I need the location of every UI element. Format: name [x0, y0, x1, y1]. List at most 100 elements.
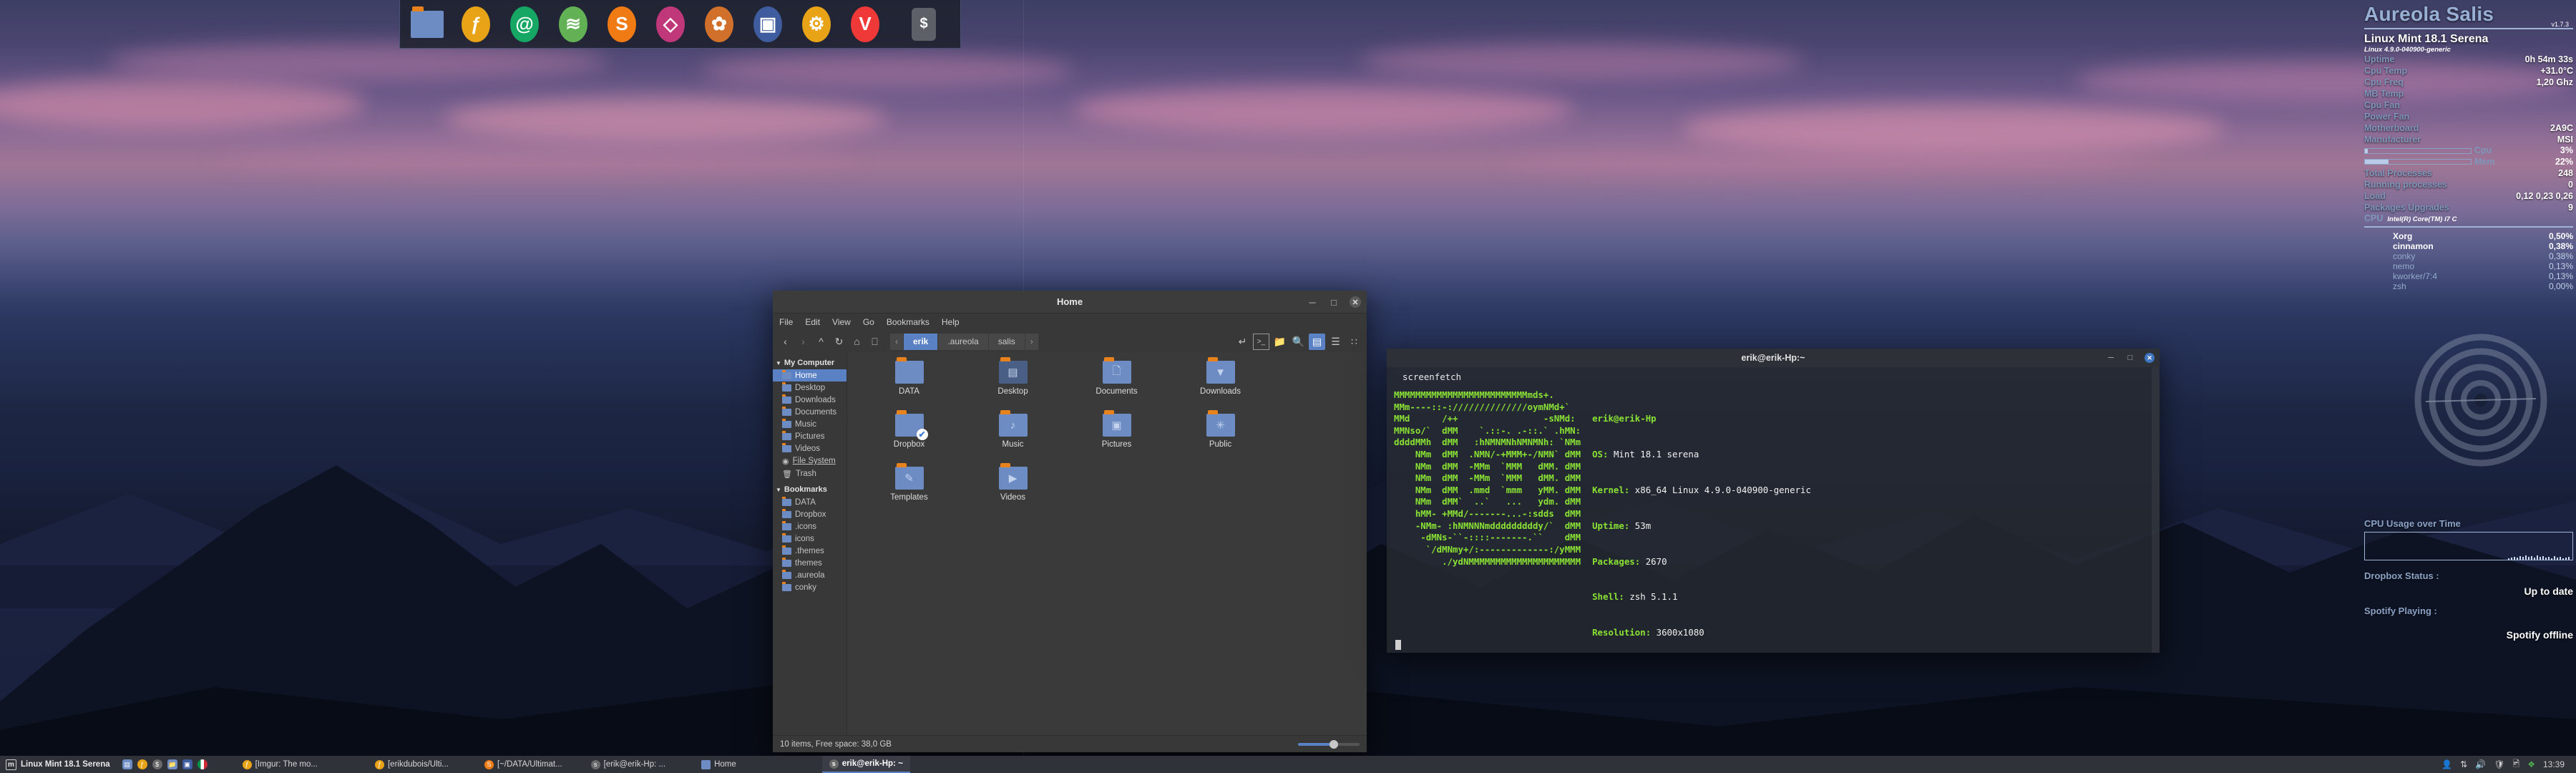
sidebar-item-file-system[interactable]: ◉ File System — [773, 454, 847, 467]
minimize-icon[interactable]: ─ — [1307, 296, 1318, 308]
list-view-icon[interactable]: ☰ — [1327, 334, 1344, 350]
breadcrumb-prev[interactable]: ‹ — [890, 334, 904, 350]
sidebar-item-icons[interactable]: icons — [773, 533, 847, 545]
sidebar-item-desktop[interactable]: Desktop — [773, 381, 847, 394]
reload-icon[interactable]: ↻ — [831, 334, 847, 350]
file-manager-titlebar[interactable]: Home ─ □ ✕ — [773, 291, 1367, 313]
dock-item-settings[interactable]: ⚙ — [794, 3, 839, 46]
network-icon[interactable]: ⇅ — [2460, 759, 2467, 769]
dock-item-gimp[interactable]: ✿ — [696, 3, 742, 46]
dock-item-files[interactable] — [404, 3, 450, 46]
image-icon[interactable]: ▣ — [182, 759, 192, 769]
sidebar-item-documents[interactable]: Documents — [773, 406, 847, 418]
close-icon[interactable]: ✕ — [2145, 353, 2155, 363]
file-item-documents[interactable]: 🗋 Documents — [1065, 361, 1169, 414]
compact-view-icon[interactable]: ∷ — [1346, 334, 1362, 350]
task-button[interactable]: ƒ [Imgur: The mo... — [235, 756, 325, 773]
dock-item-skype[interactable]: S — [599, 3, 645, 46]
back-icon[interactable]: ‹ — [777, 334, 794, 350]
sidebar-item-aureola[interactable]: .aureola — [773, 569, 847, 581]
zoom-slider[interactable] — [1298, 743, 1360, 746]
maximize-icon[interactable]: □ — [2125, 353, 2135, 363]
search-icon[interactable]: 🔍 — [1290, 334, 1307, 350]
home-icon[interactable]: ⌂ — [849, 334, 865, 350]
screenshot-icon[interactable]: 🖻 — [2513, 757, 2520, 772]
menu-file[interactable]: File — [779, 317, 793, 327]
breadcrumb-next[interactable]: › — [1025, 334, 1039, 350]
file-item-data[interactable]: DATA — [857, 361, 961, 414]
menu-view[interactable]: View — [832, 317, 851, 327]
file-grid[interactable]: DATA ▤ Desktop 🗋 Documents ▼ Downloads ✔ — [857, 361, 1367, 520]
open-terminal-icon[interactable]: ↵ — [1234, 334, 1251, 350]
computer-icon[interactable]: ⎕ — [867, 334, 883, 350]
folder-icon[interactable]: 📁 — [167, 759, 177, 769]
file-item-desktop[interactable]: ▤ Desktop — [961, 361, 1065, 414]
file-manager-sidebar[interactable]: ▼ My Computer Home Desktop Downloads Doc… — [773, 352, 847, 735]
sidebar-item-pictures[interactable]: Pictures — [773, 430, 847, 442]
toolbar-right-group[interactable]: ↵ >_ 📁 🔍 ▤ ☰ ∷ — [1234, 334, 1362, 350]
sidebar-item-home[interactable]: Home — [773, 369, 847, 381]
application-dock[interactable]: ƒ @ ≋ S ◇ ✿ ▣ ⚙ V — [399, 0, 961, 49]
dock-item-inkscape[interactable]: ◇ — [648, 3, 693, 46]
menu-go[interactable]: Go — [863, 317, 874, 327]
breadcrumb-aureola[interactable]: .aureola — [938, 334, 988, 350]
dock-item-terminal[interactable]: $ — [901, 3, 947, 46]
file-manager-window[interactable]: Home ─ □ ✕ File Edit View Go Bookmarks H… — [773, 291, 1367, 752]
sidebar-header-my-computer[interactable]: ▼ My Computer — [773, 356, 847, 369]
minimize-icon[interactable]: ─ — [2106, 353, 2116, 363]
task-button[interactable]: ƒ [erikdubois/Ulti... — [368, 756, 456, 773]
firefox-icon[interactable]: ƒ — [137, 759, 147, 769]
file-item-templates[interactable]: ✎ Templates — [857, 467, 961, 520]
sidebar-item-videos[interactable]: Videos — [773, 442, 847, 454]
dock-item-vivaldi[interactable]: V — [842, 3, 888, 46]
file-item-public[interactable]: ✳ Public — [1169, 414, 1272, 467]
system-tray[interactable]: 👤 ⇅ 🔊 🛡 🖻 ❖ 13:39 — [2434, 757, 2576, 772]
dropbox-icon[interactable]: ❖ — [2527, 759, 2535, 769]
file-manager-toolbar[interactable]: ‹ › ^ ↻ ⌂ ⎕ ‹ erik .aureola salis › ↵ >_… — [773, 331, 1367, 352]
file-manager-menubar[interactable]: File Edit View Go Bookmarks Help — [773, 313, 1367, 331]
volume-icon[interactable]: 🔊 — [2475, 759, 2486, 769]
file-item-videos[interactable]: ▶ Videos — [961, 467, 1065, 520]
breadcrumb-erik[interactable]: erik — [904, 334, 938, 350]
file-grid-area[interactable]: DATA ▤ Desktop 🗋 Documents ▼ Downloads ✔ — [847, 352, 1367, 735]
menu-edit[interactable]: Edit — [805, 317, 820, 327]
task-button[interactable]: S [~/DATA/Ultimat... — [477, 756, 570, 773]
dock-item-firefox[interactable]: ƒ — [453, 3, 499, 46]
dock-item-spotify[interactable]: ≋ — [550, 3, 596, 46]
start-menu-button[interactable]: m Linux Mint 18.1 Serena — [0, 756, 116, 773]
terminal-scrollbar[interactable] — [2152, 367, 2160, 653]
terminal-window[interactable]: erik@erik-Hp:~ ─ □ ✕ screenfetch MMMMMMM… — [1387, 349, 2160, 653]
breadcrumb[interactable]: ‹ erik .aureola salis › — [890, 334, 1039, 350]
task-list[interactable]: ƒ [Imgur: The mo... ƒ [erikdubois/Ulti..… — [214, 756, 2435, 773]
icon-view-icon[interactable]: ▤ — [1309, 334, 1325, 350]
file-item-music[interactable]: ♪ Music — [961, 414, 1065, 467]
user-icon[interactable]: 👤 — [2441, 759, 2452, 769]
sidebar-item-dot-icons[interactable]: .icons — [773, 520, 847, 533]
sidebar-item-dot-themes[interactable]: .themes — [773, 545, 847, 557]
menu-help[interactable]: Help — [942, 317, 960, 327]
maximize-icon[interactable]: □ — [1328, 296, 1340, 308]
task-button-active[interactable]: s erik@erik-Hp: ~ — [822, 756, 910, 773]
sidebar-item-downloads[interactable]: Downloads — [773, 394, 847, 406]
sidebar-item-conky[interactable]: conky — [773, 581, 847, 593]
terminal-prompt-line[interactable] — [1387, 637, 2160, 653]
breadcrumb-salis[interactable]: salis — [989, 334, 1025, 350]
up-icon[interactable]: ^ — [813, 334, 829, 350]
dock-item-image-viewer[interactable]: ▣ — [745, 3, 791, 46]
window-controls[interactable]: ─ □ ✕ — [1307, 291, 1361, 313]
terminal-icon[interactable]: >_ — [1253, 334, 1269, 350]
files-icon[interactable]: ▤ — [122, 759, 132, 769]
shield-icon[interactable]: 🛡 — [2494, 759, 2504, 769]
sidebar-item-themes[interactable]: themes — [773, 557, 847, 569]
file-item-downloads[interactable]: ▼ Downloads — [1169, 361, 1272, 414]
terminal-icon[interactable]: $ — [152, 759, 162, 769]
terminal-output[interactable]: screenfetch MMMMMMMMMMMMMMMMMMMMMMMMMmds… — [1387, 367, 2160, 637]
task-button[interactable]: s [erik@erik-Hp: ... — [584, 756, 673, 773]
sidebar-item-music[interactable]: Music — [773, 418, 847, 430]
terminal-titlebar[interactable]: erik@erik-Hp:~ ─ □ ✕ — [1387, 349, 2160, 367]
file-item-pictures[interactable]: ▣ Pictures — [1065, 414, 1169, 467]
sidebar-header-bookmarks[interactable]: ▼ Bookmarks — [773, 483, 847, 496]
forward-icon[interactable]: › — [795, 334, 811, 350]
quick-launch-group[interactable]: ▤ ƒ $ 📁 ▣ — [116, 759, 214, 769]
taskbar-clock[interactable]: 13:39 — [2543, 759, 2569, 769]
